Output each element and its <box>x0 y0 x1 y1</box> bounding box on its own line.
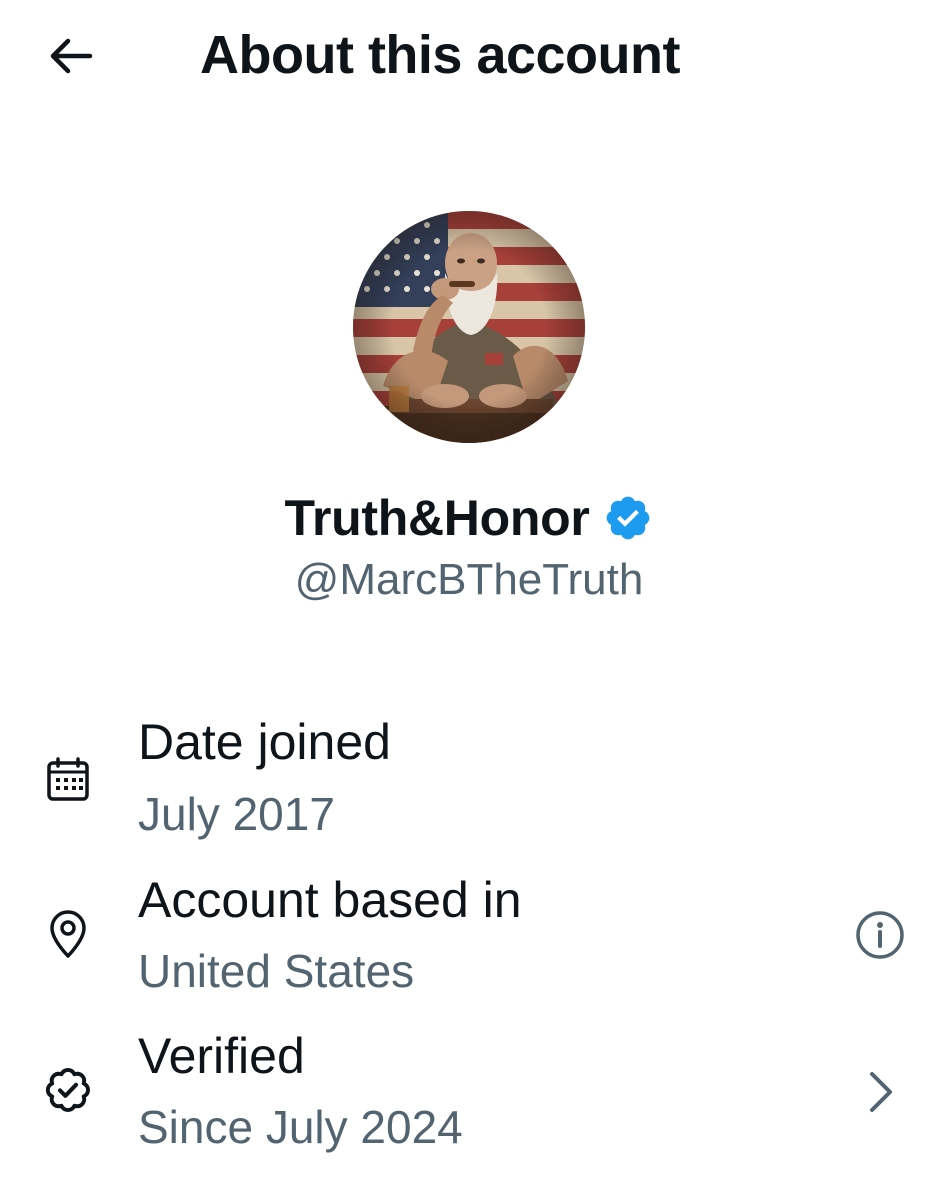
detail-value: United States <box>138 945 415 997</box>
detail-value: July 2017 <box>138 788 335 840</box>
chevron-right-icon <box>870 1072 892 1112</box>
detail-label: Date joined <box>138 714 391 770</box>
verified-check-icon <box>42 1064 94 1116</box>
info-icon <box>856 911 904 959</box>
arrow-left-icon <box>50 38 93 74</box>
verified-details-button[interactable] <box>848 1060 912 1124</box>
page-title: About this account <box>200 25 680 85</box>
display-name-row: Truth&Honor <box>0 486 938 550</box>
verified-badge-icon[interactable] <box>603 493 653 543</box>
handle: @MarcBTheTruth <box>294 555 644 604</box>
back-button[interactable] <box>40 30 100 82</box>
avatar[interactable] <box>353 211 585 443</box>
detail-value: Since July 2024 <box>138 1101 463 1153</box>
detail-label: Verified <box>138 1028 305 1084</box>
detail-row-verified[interactable]: Verified Since July 2024 <box>0 1026 938 1176</box>
detail-row-date-joined: Date joined July 2017 <box>0 712 938 862</box>
calendar-icon <box>42 754 94 806</box>
detail-row-account-based-in: Account based in United States <box>0 868 938 1018</box>
detail-label: Account based in <box>138 872 522 928</box>
location-pin-icon <box>42 908 94 960</box>
info-button[interactable] <box>848 903 912 967</box>
display-name: Truth&Honor <box>284 490 590 546</box>
header: About this account <box>0 0 938 110</box>
